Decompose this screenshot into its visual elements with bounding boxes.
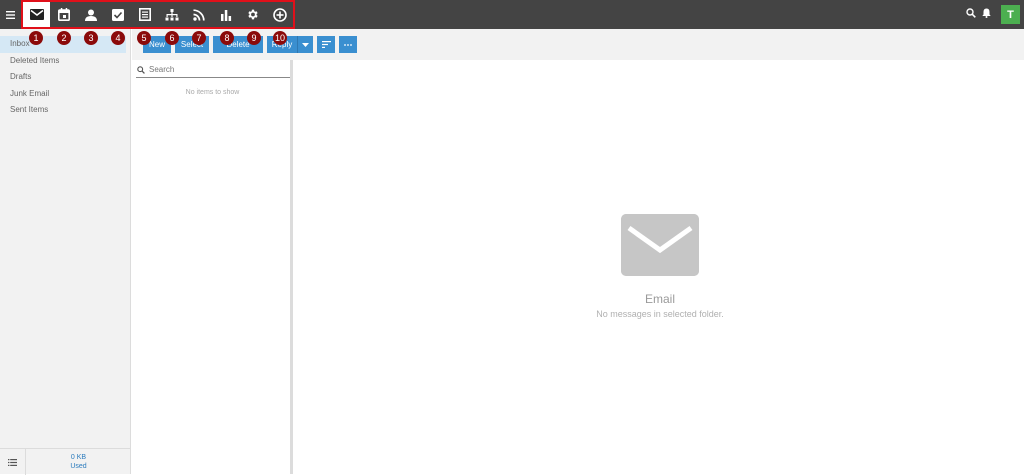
mail-icon	[29, 9, 44, 20]
calendar-module-button[interactable]	[50, 2, 77, 27]
reports-module-button[interactable]	[212, 2, 239, 27]
storage-usage-label: Used	[70, 463, 87, 470]
annotation-badge-8: 8	[220, 31, 234, 45]
search-box	[136, 62, 290, 78]
top-navigation-bar: T	[0, 0, 1024, 29]
reading-pane: Email No messages in selected folder.	[296, 60, 1024, 474]
tasks-icon	[111, 8, 124, 21]
settings-module-button[interactable]	[239, 2, 266, 27]
sort-icon	[321, 41, 331, 48]
empty-state-subtitle: No messages in selected folder.	[596, 309, 724, 319]
mail-module-button[interactable]	[23, 2, 50, 27]
search-icon	[137, 65, 145, 74]
folder-sent-items[interactable]: Sent Items	[0, 102, 131, 119]
annotation-badge-6: 6	[165, 31, 179, 45]
folder-deleted-items[interactable]: Deleted Items	[0, 53, 131, 70]
annotation-badge-3: 3	[84, 31, 98, 45]
folder-drafts[interactable]: Drafts	[0, 69, 131, 86]
annotation-badge-10: 10	[273, 31, 288, 45]
org-chart-module-button[interactable]	[158, 2, 185, 27]
hamburger-menu-icon[interactable]	[0, 0, 21, 29]
rss-icon	[192, 8, 205, 21]
folder-list: Inbox Deleted Items Drafts Junk Email Se…	[0, 36, 131, 119]
list-menu-icon[interactable]	[0, 449, 26, 475]
reports-icon	[220, 9, 231, 21]
org-chart-icon	[165, 8, 178, 20]
settings-icon	[248, 9, 258, 20]
sidebar-footer: 0 KB Used	[0, 448, 131, 475]
tasks-module-button[interactable]	[104, 2, 131, 27]
contacts-module-button[interactable]	[77, 2, 104, 27]
storage-usage-size: 0 KB	[70, 454, 87, 461]
folder-junk-email[interactable]: Junk Email	[0, 86, 131, 103]
annotation-badge-7: 7	[192, 31, 206, 45]
calendar-icon	[57, 8, 70, 21]
notes-module-button[interactable]	[131, 2, 158, 27]
reply-dropdown-button[interactable]	[297, 36, 313, 53]
annotation-badge-5: 5	[137, 31, 151, 45]
search-input[interactable]	[149, 65, 279, 74]
chevron-down-icon	[302, 42, 309, 47]
add-icon	[272, 7, 287, 22]
search-icon[interactable]	[966, 8, 976, 21]
annotation-badge-1: 1	[29, 31, 43, 45]
empty-state-title: Email	[644, 292, 675, 306]
large-mail-icon	[621, 214, 699, 276]
annotation-badge-2: 2	[57, 31, 71, 45]
storage-usage: 0 KB Used	[26, 449, 131, 474]
annotation-badge-9: 9	[247, 31, 261, 45]
contacts-icon	[84, 9, 97, 21]
sort-button[interactable]	[317, 36, 335, 53]
add-module-button[interactable]	[266, 2, 293, 27]
notes-icon	[138, 8, 151, 21]
more-options-button[interactable]	[339, 36, 357, 53]
empty-list-message: No items to show	[185, 89, 240, 96]
notifications-bell-icon[interactable]	[982, 8, 991, 21]
annotation-badge-4: 4	[111, 31, 125, 45]
module-switcher	[21, 0, 295, 29]
user-avatar[interactable]: T	[1001, 5, 1020, 24]
message-list-pane: No items to show	[132, 60, 293, 474]
more-dots-icon	[344, 43, 352, 46]
folder-sidebar: Inbox Deleted Items Drafts Junk Email Se…	[0, 29, 131, 475]
empty-state: Email No messages in selected folder.	[296, 214, 1024, 319]
rss-module-button[interactable]	[185, 2, 212, 27]
